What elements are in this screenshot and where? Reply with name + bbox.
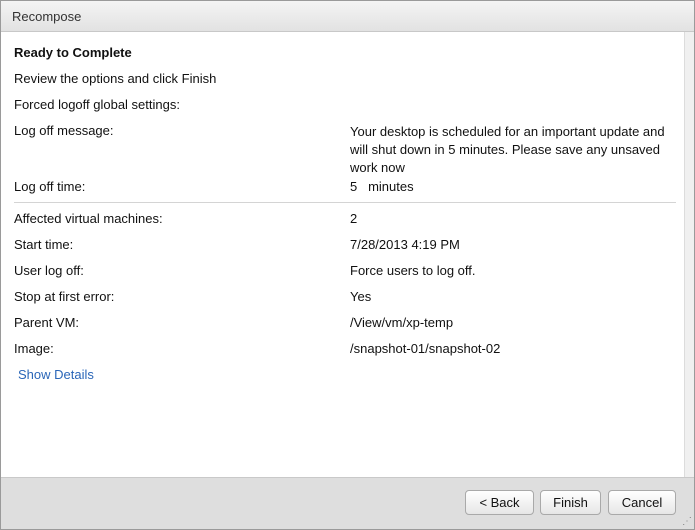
finish-button[interactable]: Finish	[540, 490, 601, 515]
show-details-link[interactable]: Show Details	[18, 367, 94, 382]
page-heading: Ready to Complete	[14, 45, 132, 60]
logoff-message-label: Log off message:	[14, 123, 114, 138]
detail-label: Affected virtual machines:	[14, 211, 163, 226]
recompose-dialog: Recompose Ready to Complete Review the o…	[0, 0, 695, 530]
detail-value: 7/28/2013 4:19 PM	[350, 237, 460, 252]
cancel-button[interactable]: Cancel	[608, 490, 676, 515]
detail-row: Start time: 7/28/2013 4:19 PM	[14, 237, 679, 255]
detail-label: Start time:	[14, 237, 74, 252]
detail-value: Force users to log off.	[350, 263, 476, 278]
detail-row: User log off: Force users to log off.	[14, 263, 679, 281]
detail-value: /View/vm/xp-temp	[350, 315, 454, 330]
detail-value: 2	[350, 211, 358, 226]
detail-label: User log off:	[14, 263, 84, 278]
logoff-time-value: 5 minutes	[350, 179, 414, 194]
detail-label: Stop at first error:	[14, 289, 115, 304]
dialog-title: Recompose	[12, 9, 82, 24]
detail-value: /snapshot-01/snapshot-02	[350, 341, 501, 356]
detail-label: Image:	[14, 341, 54, 356]
logoff-message-value: Your desktop is scheduled for an importa…	[350, 124, 665, 175]
logoff-time-row: Log off time: 5 minutes	[14, 179, 679, 197]
logoff-time-unit: minutes	[368, 179, 414, 194]
logoff-time-number: 5	[350, 179, 358, 194]
logoff-message-row: Log off message: Your desktop is schedul…	[14, 123, 679, 177]
section-divider	[14, 202, 676, 203]
back-button[interactable]: < Back	[465, 490, 534, 515]
logoff-time-label: Log off time:	[14, 179, 86, 194]
detail-row: Image: /snapshot-01/snapshot-02	[14, 341, 679, 359]
dialog-titlebar[interactable]: Recompose	[1, 1, 694, 32]
dialog-footer: < Back Finish Cancel ⋰	[1, 477, 694, 529]
resize-grip-icon[interactable]: ⋰	[682, 517, 692, 527]
detail-row: Parent VM: /View/vm/xp-temp	[14, 315, 679, 333]
detail-label: Parent VM:	[14, 315, 80, 330]
forced-logoff-section-label: Forced logoff global settings:	[14, 97, 180, 112]
detail-value: Yes	[350, 289, 372, 304]
vertical-scrollbar[interactable]	[684, 32, 694, 478]
intro-text: Review the options and click Finish	[14, 71, 217, 86]
detail-row: Stop at first error: Yes	[14, 289, 679, 307]
detail-row: Affected virtual machines: 2	[14, 211, 679, 229]
